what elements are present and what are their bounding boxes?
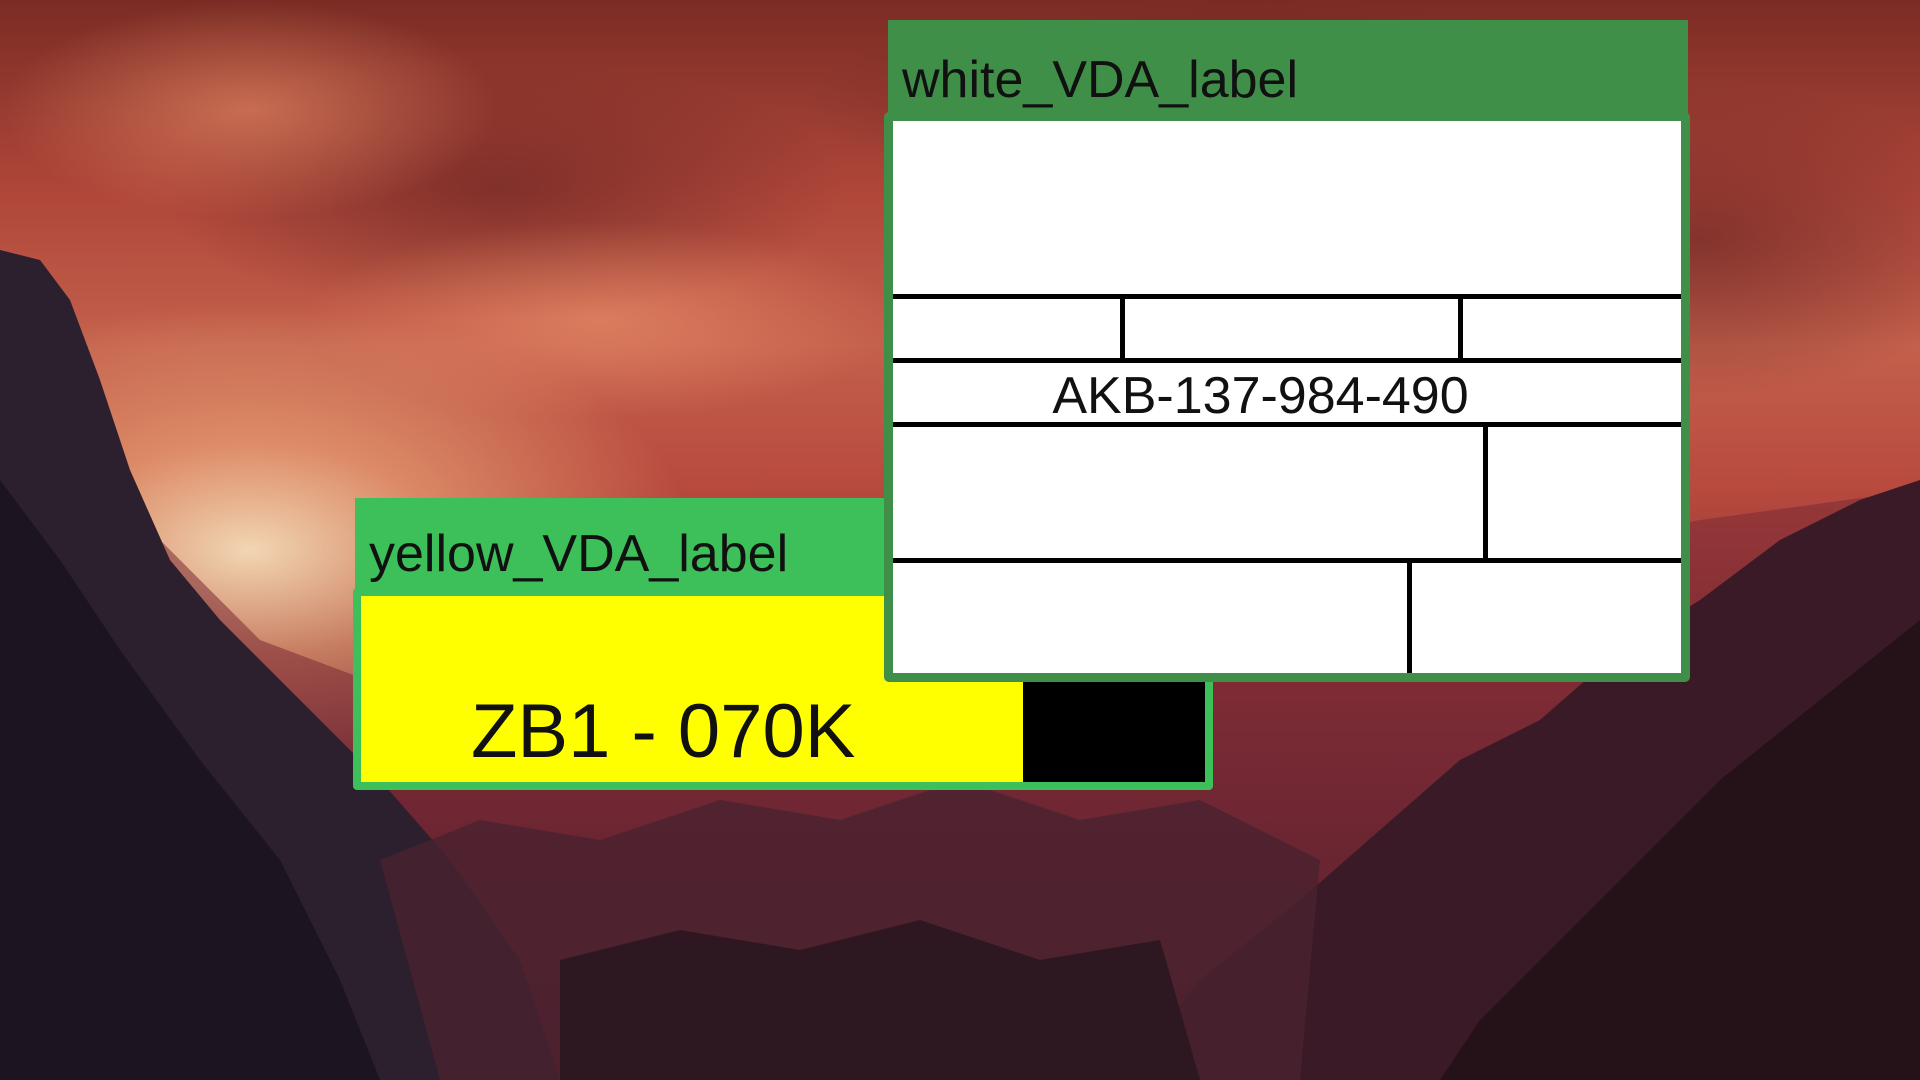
label-code: AKB-137-984-490 xyxy=(1052,367,1469,425)
grid-divider xyxy=(893,294,1681,299)
white-vda-label-window[interactable]: white_VDA_label AKB-137-984-490 xyxy=(884,20,1690,682)
white-window-titlebar[interactable]: white_VDA_label xyxy=(888,20,1688,124)
yellow-window-titlebar[interactable]: yellow_VDA_label xyxy=(355,498,895,598)
grid-divider xyxy=(1458,294,1463,360)
grid-divider xyxy=(893,422,1681,427)
plate-text: ZB1 - 070K xyxy=(471,689,856,774)
grid-divider xyxy=(893,358,1681,363)
label-form-grid: AKB-137-984-490 xyxy=(893,121,1681,673)
grid-divider xyxy=(1407,558,1412,673)
yellow-window-title: yellow_VDA_label xyxy=(369,525,789,583)
grid-divider xyxy=(1120,294,1125,360)
white-label-body: AKB-137-984-490 xyxy=(884,112,1690,682)
grid-divider xyxy=(1483,422,1488,560)
white-window-title: white_VDA_label xyxy=(902,51,1299,109)
grid-divider xyxy=(893,558,1681,563)
